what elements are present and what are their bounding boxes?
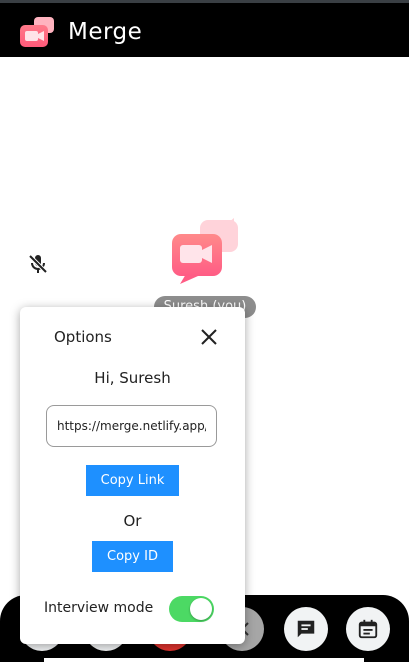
interview-mode-toggle[interactable] bbox=[169, 596, 214, 622]
greeting: Hi, Suresh bbox=[94, 369, 171, 387]
toggle-knob bbox=[190, 598, 212, 620]
options-popup: Options Hi, Suresh Copy Link Or Copy ID … bbox=[20, 307, 245, 644]
options-title: Options bbox=[54, 328, 112, 346]
or-separator: Or bbox=[123, 512, 142, 530]
chat-icon bbox=[297, 620, 315, 638]
interview-mode-label: Interview mode bbox=[44, 600, 154, 616]
bottom-divider bbox=[44, 658, 364, 662]
meeting-link-field[interactable] bbox=[46, 405, 217, 447]
close-icon[interactable] bbox=[198, 326, 220, 348]
copy-id-button[interactable]: Copy ID bbox=[92, 541, 173, 572]
app-title: Merge bbox=[68, 19, 143, 45]
participant-avatar-icon bbox=[172, 218, 238, 284]
calendar-button[interactable] bbox=[346, 607, 390, 651]
copy-link-button[interactable]: Copy Link bbox=[86, 465, 179, 496]
app-header: Merge bbox=[0, 0, 409, 57]
chat-button[interactable] bbox=[284, 607, 328, 651]
calendar-icon bbox=[358, 619, 378, 639]
merge-logo-icon bbox=[20, 17, 54, 47]
mic-off-icon bbox=[28, 254, 48, 274]
